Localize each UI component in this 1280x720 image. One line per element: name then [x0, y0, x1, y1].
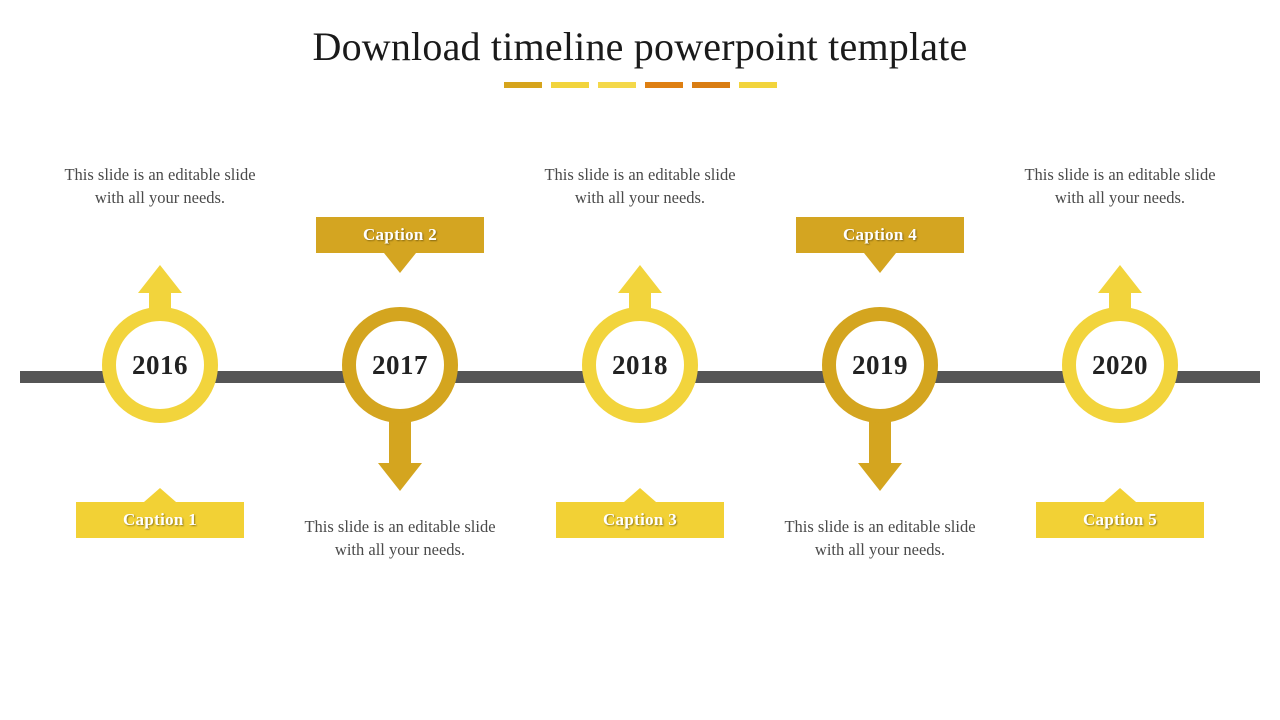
- timeline-node-2019[interactable]: 2019 Caption 4 This slide is an editable s…: [760, 0, 1000, 720]
- node-description-5: This slide is an editable slide with all…: [1024, 165, 1216, 208]
- node-description-1: This slide is an editable slide with all…: [64, 165, 256, 208]
- node-description-2: This slide is an editable slide with all…: [304, 517, 496, 560]
- timeline-slide: Download timeline powerpoint template 20…: [0, 0, 1280, 720]
- caption-label: Caption 3: [602, 510, 678, 529]
- caption-box-1[interactable]: Caption 1: [76, 488, 244, 538]
- year-label: 2017: [372, 349, 428, 380]
- year-marker-2017[interactable]: 2017: [342, 307, 458, 423]
- timeline-node-2018[interactable]: 2018 Caption 3 This slide is an editable s…: [520, 0, 760, 720]
- caption-pointer: [384, 253, 416, 273]
- year-marker-2018[interactable]: 2018: [582, 307, 698, 423]
- caption-box-3[interactable]: Caption 3: [556, 488, 724, 538]
- arrow-stem: [389, 418, 411, 466]
- caption-label: Caption 1: [122, 510, 198, 529]
- arrow-stem: [869, 418, 891, 466]
- year-marker-2020[interactable]: 2020: [1062, 307, 1178, 423]
- arrow-head: [1098, 265, 1142, 293]
- year-label: 2016: [132, 349, 188, 380]
- caption-box-2[interactable]: Caption 2: [316, 217, 484, 273]
- year-label: 2019: [852, 349, 908, 380]
- arrow-head: [138, 265, 182, 293]
- arrow-head: [378, 463, 422, 491]
- caption-pointer: [624, 488, 656, 502]
- year-label: 2020: [1092, 349, 1148, 380]
- arrow-down-icon: [858, 418, 902, 491]
- caption-box-4[interactable]: Caption 4: [796, 217, 964, 273]
- timeline-node-2016[interactable]: 2016 Caption 1 This slide is an editable s…: [40, 0, 280, 720]
- caption-pointer: [144, 488, 176, 502]
- timeline-node-2017[interactable]: 2017 Caption 2 This slide is an editable s…: [280, 0, 520, 720]
- year-marker-2016[interactable]: 2016: [102, 307, 218, 423]
- arrow-down-icon: [378, 418, 422, 491]
- caption-pointer: [864, 253, 896, 273]
- timeline-node-2020[interactable]: 2020 Caption 5 This slide is an editable s…: [1000, 0, 1240, 720]
- arrow-head: [858, 463, 902, 491]
- caption-label: Caption 4: [842, 225, 918, 244]
- caption-pointer: [1104, 488, 1136, 502]
- node-description-3: This slide is an editable slide with all…: [544, 165, 736, 208]
- node-description-4: This slide is an editable slide with all…: [784, 517, 976, 560]
- year-label: 2018: [612, 349, 668, 380]
- caption-label: Caption 2: [362, 225, 438, 244]
- caption-label: Caption 5: [1082, 510, 1158, 529]
- year-marker-2019[interactable]: 2019: [822, 307, 938, 423]
- arrow-head: [618, 265, 662, 293]
- caption-box-5[interactable]: Caption 5: [1036, 488, 1204, 538]
